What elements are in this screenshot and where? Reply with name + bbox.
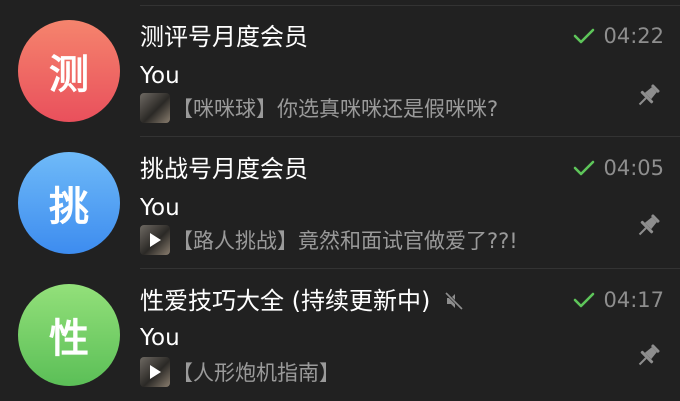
chat-time: 04:05 <box>603 156 664 180</box>
avatar-letter: 挑 <box>49 184 89 230</box>
chat-list: 测 测评号月度会员 04:22 You 【咪咪球】你选真咪咪还是假咪咪? 挑 挑… <box>0 0 680 401</box>
pin-icon[interactable] <box>634 82 662 110</box>
preview-text: 【路人挑战】竟然和面试官做爱了??! <box>172 229 518 253</box>
avatar: 性 <box>18 284 120 386</box>
preview-text: 【人形炮机指南】 <box>172 361 340 385</box>
avatar: 挑 <box>18 152 120 254</box>
read-check-icon <box>574 292 595 308</box>
media-thumbnail[interactable] <box>140 357 170 387</box>
chat-row[interactable]: 挑 挑战号月度会员 04:05 You 【路人挑战】竟然和面试官做爱了??! <box>0 138 680 269</box>
chat-title-container: 性爱技巧大全 (持续更新中) <box>140 286 464 316</box>
divider <box>140 136 680 137</box>
chat-time: 04:17 <box>603 288 664 312</box>
chat-time: 04:22 <box>603 24 664 48</box>
play-icon <box>150 365 161 379</box>
avatar-letter: 性 <box>49 316 89 362</box>
chat-meta: 04:17 <box>573 288 664 312</box>
avatar: 测 <box>18 20 120 122</box>
chat-title: 测评号月度会员 <box>140 23 308 51</box>
message-preview: 【路人挑战】竟然和面试官做爱了??! <box>140 224 518 256</box>
read-check-icon <box>574 28 595 44</box>
media-thumbnail[interactable] <box>140 225 170 255</box>
chat-meta: 04:22 <box>573 24 664 48</box>
read-check-icon <box>574 160 595 176</box>
chat-title: 性爱技巧大全 (持续更新中) <box>140 287 431 315</box>
mute-speaker-icon <box>445 291 464 311</box>
pin-icon[interactable] <box>634 212 662 240</box>
chat-row[interactable]: 测 测评号月度会员 04:22 You 【咪咪球】你选真咪咪还是假咪咪? <box>0 6 680 137</box>
chat-row[interactable]: 性 性爱技巧大全 (持续更新中) 04:17 You 【人形炮机指南】 <box>0 270 680 401</box>
divider <box>140 268 680 269</box>
sender-name: You <box>140 195 180 221</box>
chat-title-container: 挑战号月度会员 <box>140 154 308 184</box>
sender-name: You <box>140 325 180 351</box>
chat-meta: 04:05 <box>573 156 664 180</box>
chat-title: 挑战号月度会员 <box>140 155 308 183</box>
chat-title-container: 测评号月度会员 <box>140 22 308 52</box>
pin-icon[interactable] <box>634 342 662 370</box>
preview-text: 【咪咪球】你选真咪咪还是假咪咪? <box>172 97 499 121</box>
sender-name: You <box>140 63 180 89</box>
message-preview: 【人形炮机指南】 <box>140 356 340 388</box>
avatar-letter: 测 <box>49 52 89 98</box>
play-icon <box>150 233 161 247</box>
media-thumbnail <box>140 93 170 123</box>
message-preview: 【咪咪球】你选真咪咪还是假咪咪? <box>140 92 498 124</box>
